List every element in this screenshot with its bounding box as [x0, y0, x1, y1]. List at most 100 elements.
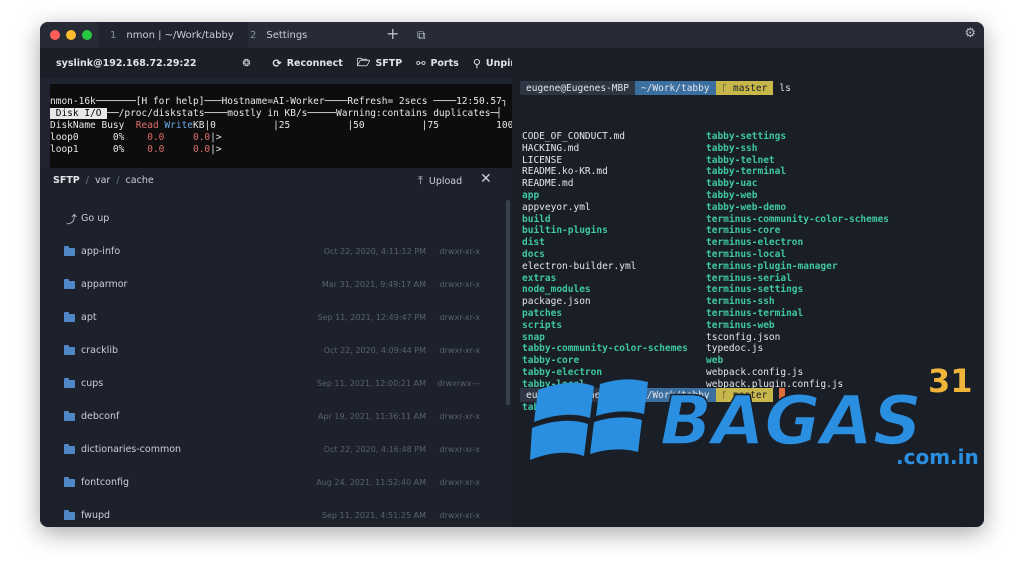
ls-directory: snap [522, 331, 545, 343]
windows-icon[interactable]: ⧉ [417, 27, 426, 43]
watermark-number: 31 [928, 362, 973, 400]
watermark-logo: BAGAS 31 .com.in [530, 362, 979, 469]
nmon-loop1-bar: |> | [210, 144, 512, 155]
refresh-icon: ⟳ [272, 56, 282, 70]
nmon-scale-header: KB|0 |25 |50 |75 100| [193, 120, 512, 131]
nmon-loop0-name: loop0 0% [50, 132, 148, 143]
ls-directory: terminus-core [706, 225, 781, 237]
ls-directory: tabby-telnet [706, 154, 775, 166]
ls-directory: tabby-web [706, 189, 758, 201]
ls-file: README.ko-KR.md [522, 166, 608, 178]
tab-settings[interactable]: 2 Settings [240, 22, 370, 48]
connection-label: syslink@192.168.72.29:22 [56, 57, 197, 69]
ls-file: package.json [522, 296, 591, 308]
reconnect-button[interactable]: ⟳ Reconnect [273, 57, 343, 70]
folder-icon [64, 509, 75, 520]
go-up-label: Go up [81, 213, 110, 224]
gear-icon[interactable]: ⚙ [964, 26, 976, 41]
close-window-button[interactable] [50, 30, 60, 40]
nmon-col-header: DiskName Busy [50, 120, 136, 131]
ls-file: CODE_OF_CONDUCT.md [522, 131, 625, 142]
ls-directory: tabby-ssh [706, 142, 758, 154]
ls-directory: terminus-terminal [706, 307, 804, 319]
nmon-output[interactable]: nmon-16k───────[H for help]───Hostname=A… [50, 84, 512, 170]
tab-number: 1 [110, 29, 117, 41]
bulb-icon[interactable]: ❂ [243, 58, 251, 69]
ls-directory: terminus-settings [706, 284, 804, 296]
sftp-row-fwupd[interactable]: fwupd Sep 11, 2021, 4:51:25 AM drwxr-xr-x [40, 499, 512, 527]
file-permissions: drwxr-xr-x [439, 478, 480, 487]
sftp-label: SFTP [375, 57, 403, 69]
sftp-row-cups[interactable]: cups Sep 11, 2021, 12:00:21 AM drwxrwx--- [40, 367, 512, 400]
sftp-breadcrumb: SFTP / var / cache [53, 175, 154, 186]
ls-file: tsconfig.json [706, 331, 781, 343]
sftp-row-cracklib[interactable]: cracklib Oct 22, 2020, 4:09:44 PM drwxr-xr… [40, 334, 512, 367]
file-date: Sep 11, 2021, 12:49:47 PM [317, 313, 426, 322]
breadcrumb-separator: / [116, 175, 120, 186]
ports-button[interactable]: ⚯ Ports [416, 57, 459, 70]
file-name: fwupd [81, 510, 111, 521]
ls-directory: dist [522, 237, 545, 249]
sftp-row-app-info[interactable]: app-info Oct 22, 2020, 4:11:12 PM drwxr-xr… [40, 235, 512, 268]
file-date: Apr 19, 2021, 11:36:11 AM [318, 412, 426, 421]
ls-file: typedoc.js [706, 343, 764, 355]
close-icon[interactable]: ✕ [480, 171, 492, 187]
folder-icon: 🗁 [356, 55, 371, 69]
ls-file: HACKING.md [522, 142, 580, 154]
upload-button[interactable]: ⤒ Upload [418, 174, 462, 188]
watermark-brand: BAGAS [660, 382, 922, 461]
ls-file: LICENSE [522, 154, 563, 166]
nmon-read-header: Read [135, 120, 165, 131]
ls-directory: tabby-web-demo [706, 201, 787, 213]
sftp-row-dictionaries-common[interactable]: dictionaries-common Oct 22, 2020, 4:16:48… [40, 433, 512, 466]
file-date: Mar 31, 2021, 9:49:17 AM [321, 280, 426, 289]
sftp-row-apparmor[interactable]: apparmor Mar 31, 2021, 9:49:17 AM drwxr-xr… [40, 268, 512, 301]
file-permissions: drwxr-xr-x [439, 247, 480, 256]
folder-icon [64, 344, 75, 355]
sftp-button[interactable]: 🗁 SFTP [357, 54, 402, 73]
new-tab-icon[interactable]: + [386, 26, 399, 42]
prompt-branch: ᚴ master [715, 81, 774, 95]
prompt-line: eugene@Eugenes-MBP ~/Work/tabby ᚴ master… [520, 81, 797, 95]
ls-directory: scripts [522, 319, 563, 331]
ls-directory: tabby-community-color-schemes [522, 343, 688, 355]
go-up-row[interactable]: ⤴ Go up [40, 202, 512, 235]
ssh-toolbar: syslink@192.168.72.29:22 ❂ ⟳ Reconnect 🗁 S… [40, 48, 517, 78]
sftp-row-apt[interactable]: apt Sep 11, 2021, 12:49:47 PM drwxr-xr-x [40, 301, 512, 334]
tab-nmon[interactable]: 1 nmon | ~/Work/tabby [98, 22, 248, 48]
prompt-command: ls [779, 82, 791, 94]
breadcrumb-var[interactable]: var [95, 175, 110, 186]
nmon-header-line: nmon-16k───────[H for help]───Hostname=A… [50, 96, 508, 107]
unpin-button[interactable]: ⚲ Unpin [473, 57, 517, 70]
ls-directory: terminus-plugin-manager [706, 260, 838, 272]
file-name: cups [81, 378, 104, 389]
sftp-row-debconf[interactable]: debconf Apr 19, 2021, 11:36:11 AM drwxr-xr… [40, 400, 512, 433]
folder-icon [64, 377, 75, 388]
file-permissions: drwxr-xr-x [439, 412, 480, 421]
file-name: app-info [81, 246, 121, 257]
breadcrumb-cache[interactable]: cache [126, 175, 154, 186]
ls-directory: terminus-electron [706, 237, 804, 249]
tab-number: 2 [250, 29, 257, 41]
pin-icon: ⚲ [472, 56, 481, 70]
ls-directory: docs [522, 248, 545, 260]
file-permissions: drwxr-xr-x [439, 445, 480, 454]
folder-icon [64, 476, 75, 487]
ls-directory: terminus-serial [706, 272, 792, 284]
scrollbar[interactable] [506, 200, 510, 405]
arrow-up-icon: ⤴ [66, 212, 77, 226]
ports-label: Ports [430, 57, 459, 69]
sftp-row-fontconfig[interactable]: fontconfig Aug 24, 2021, 11:52:40 AM drwxr… [40, 466, 512, 499]
minimize-window-button[interactable] [66, 30, 76, 40]
file-date: Aug 24, 2021, 11:52:40 AM [316, 478, 426, 487]
maximize-window-button[interactable] [82, 30, 92, 40]
tab-label: nmon | ~/Work/tabby [126, 29, 234, 41]
file-permissions: drwxr-xr-x [439, 280, 480, 289]
file-date: Oct 22, 2020, 4:09:44 PM [323, 346, 426, 355]
ls-directory: terminus-web [706, 319, 775, 331]
file-permissions: drwxr-xr-x [439, 346, 480, 355]
watermark-domain: .com.in [896, 445, 979, 469]
nmon-loop1-name: loop1 0% [50, 144, 148, 155]
ls-directory: node_modules [522, 284, 591, 296]
file-name: debconf [81, 411, 120, 422]
